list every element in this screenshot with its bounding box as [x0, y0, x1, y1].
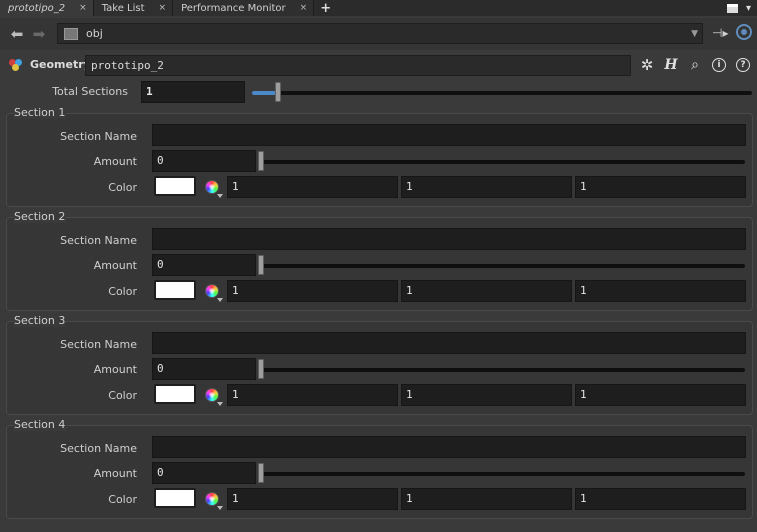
maximize-pane-icon[interactable]	[726, 3, 738, 13]
amount-slider-handle[interactable]	[258, 151, 264, 171]
color-swatch[interactable]	[154, 384, 196, 404]
color-red-field[interactable]: 1	[227, 488, 398, 510]
section-title: Section 1	[13, 106, 67, 119]
amount-field[interactable]: 0	[152, 358, 256, 380]
total-sections-row: Total Sections 1	[0, 80, 757, 104]
tab-take-list[interactable]: Take List ×	[93, 0, 174, 16]
forward-arrow-icon[interactable]: ➡	[30, 24, 48, 44]
help-h-icon[interactable]: H	[662, 56, 680, 74]
color-green-field[interactable]: 1	[401, 384, 572, 406]
section-2-group: Section 2 Section Name Amount 0 Color 1 …	[6, 210, 753, 311]
pane-menu-chevron-icon[interactable]: ▾	[746, 3, 751, 14]
amount-field[interactable]: 0	[152, 254, 256, 276]
color-label: Color	[108, 285, 137, 298]
section-1-group: Section 1 Section Name Amount 0 Color 1 …	[6, 106, 753, 207]
color-wheel-icon[interactable]	[205, 388, 219, 402]
search-icon[interactable]: ⌕	[686, 56, 704, 74]
tab-close-icon[interactable]: ×	[159, 3, 167, 13]
section-title: Section 2	[13, 210, 67, 223]
amount-slider-handle[interactable]	[258, 255, 264, 275]
color-red-field[interactable]: 1	[227, 176, 398, 198]
total-sections-label: Total Sections	[52, 85, 128, 98]
add-tab-button[interactable]: +	[314, 0, 337, 16]
color-swatch[interactable]	[154, 280, 196, 300]
color-menu-arrow-icon[interactable]	[217, 194, 223, 198]
path-bar: ⬅ ➡ obj ▼ ⊣▸	[0, 18, 757, 50]
amount-field[interactable]: 0	[152, 150, 256, 172]
tab-prototipo-2[interactable]: prototipo_2 ×	[0, 0, 94, 16]
section-name-label: Section Name	[60, 338, 137, 351]
section-3-group: Section 3 Section Name Amount 0 Color 1 …	[6, 314, 753, 415]
amount-label: Amount	[93, 155, 137, 168]
color-swatch[interactable]	[154, 488, 196, 508]
color-red-field[interactable]: 1	[227, 280, 398, 302]
color-wheel-icon[interactable]	[205, 180, 219, 194]
color-blue-field[interactable]: 1	[575, 280, 746, 302]
tab-label: Performance Monitor	[181, 2, 286, 14]
total-sections-field[interactable]: 1	[141, 81, 245, 103]
color-red-field[interactable]: 1	[227, 384, 398, 406]
color-green-field[interactable]: 1	[401, 280, 572, 302]
pane-tab-bar: prototipo_2 × Take List × Performance Mo…	[0, 0, 757, 16]
obj-network-icon	[64, 27, 78, 40]
pin-icon[interactable]: ⊣▸	[712, 26, 728, 40]
amount-slider-track[interactable]	[258, 368, 745, 372]
tab-label: prototipo_2	[8, 2, 66, 14]
color-label: Color	[108, 389, 137, 402]
color-green-field[interactable]: 1	[401, 488, 572, 510]
section-name-label: Section Name	[60, 130, 137, 143]
chevron-down-icon[interactable]: ▼	[691, 29, 698, 39]
amount-slider-track[interactable]	[258, 264, 745, 268]
amount-field[interactable]: 0	[152, 462, 256, 484]
geometry-node-icon	[9, 59, 23, 71]
color-swatch[interactable]	[154, 176, 196, 196]
gear-icon[interactable]: ✲	[638, 56, 656, 74]
amount-label: Amount	[93, 259, 137, 272]
link-icon[interactable]	[736, 24, 752, 40]
node-name-field[interactable]: prototipo_2	[85, 55, 631, 76]
total-sections-slider-handle[interactable]	[275, 82, 281, 102]
total-sections-slider-fill	[252, 91, 277, 95]
color-wheel-icon[interactable]	[205, 492, 219, 506]
section-name-field[interactable]	[152, 332, 746, 354]
section-name-field[interactable]	[152, 228, 746, 250]
tab-close-icon[interactable]: ×	[300, 3, 308, 13]
color-blue-field[interactable]: 1	[575, 176, 746, 198]
section-name-label: Section Name	[60, 442, 137, 455]
section-name-field[interactable]	[152, 124, 746, 146]
node-type-label: Geometry	[30, 58, 91, 71]
color-menu-arrow-icon[interactable]	[217, 402, 223, 406]
section-name-field[interactable]	[152, 436, 746, 458]
help-icon[interactable]: ?	[736, 58, 750, 72]
amount-slider-track[interactable]	[258, 160, 745, 164]
amount-label: Amount	[93, 467, 137, 480]
node-header: Geometry prototipo_2 ✲ H ⌕ i ?	[0, 53, 757, 77]
section-title: Section 4	[13, 418, 67, 431]
color-label: Color	[108, 181, 137, 194]
tab-performance-monitor[interactable]: Performance Monitor ×	[173, 0, 315, 16]
tab-close-icon[interactable]: ×	[79, 3, 87, 13]
tab-bar-spacer	[337, 0, 727, 16]
color-wheel-icon[interactable]	[205, 284, 219, 298]
info-icon[interactable]: i	[712, 58, 726, 72]
total-sections-slider-track[interactable]	[252, 91, 752, 95]
color-blue-field[interactable]: 1	[575, 488, 746, 510]
color-green-field[interactable]: 1	[401, 176, 572, 198]
section-title: Section 3	[13, 314, 67, 327]
tab-bar-controls: ▾	[726, 0, 757, 16]
tab-label: Take List	[101, 2, 145, 14]
network-path-field[interactable]: obj ▼	[57, 23, 703, 44]
amount-label: Amount	[93, 363, 137, 376]
color-menu-arrow-icon[interactable]	[217, 298, 223, 302]
color-blue-field[interactable]: 1	[575, 384, 746, 406]
amount-slider-track[interactable]	[258, 472, 745, 476]
color-label: Color	[108, 493, 137, 506]
amount-slider-handle[interactable]	[258, 463, 264, 483]
amount-slider-handle[interactable]	[258, 359, 264, 379]
section-4-group: Section 4 Section Name Amount 0 Color 1 …	[6, 418, 753, 519]
section-name-label: Section Name	[60, 234, 137, 247]
color-menu-arrow-icon[interactable]	[217, 506, 223, 510]
back-arrow-icon[interactable]: ⬅	[8, 24, 26, 44]
path-value: obj	[86, 27, 103, 40]
